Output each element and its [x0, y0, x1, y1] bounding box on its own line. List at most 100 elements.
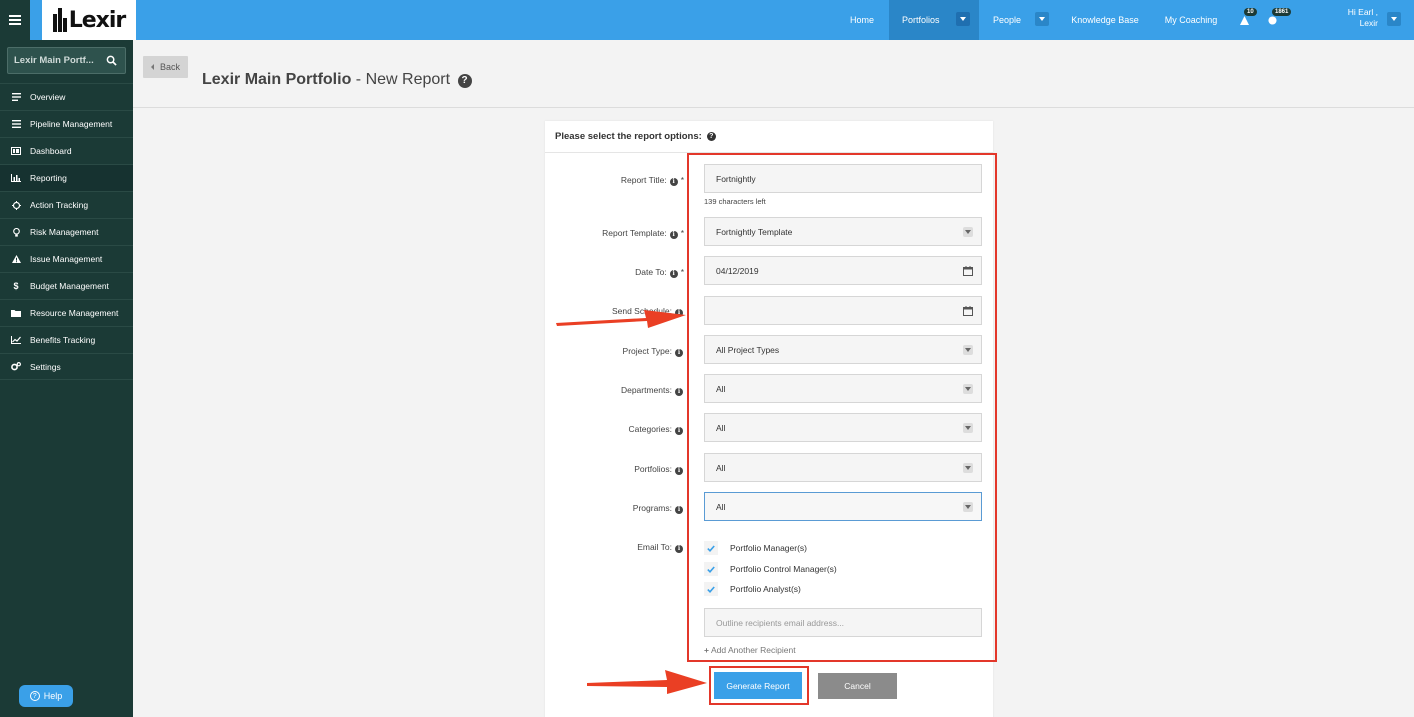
- help-question-icon[interactable]: ?: [457, 73, 472, 88]
- alerts-count-badge: 10: [1244, 8, 1257, 16]
- info-icon[interactable]: i: [669, 269, 678, 278]
- label-text: Categories:: [628, 424, 672, 434]
- email-portfolio-managers-checkbox[interactable]: Portfolio Manager(s): [704, 541, 807, 555]
- report-template-label: Report Template: i *: [602, 228, 684, 239]
- nav-knowledge-base[interactable]: Knowledge Base: [1060, 0, 1150, 40]
- info-icon[interactable]: i: [669, 230, 678, 239]
- sidebar-item-dashboard[interactable]: Dashboard: [0, 137, 133, 164]
- checkmark-icon: [704, 541, 718, 555]
- greeting-name: Hi Earl ,: [1347, 7, 1378, 17]
- date-to-label: Date To: i *: [635, 267, 684, 278]
- send-schedule-input[interactable]: [716, 305, 956, 316]
- selected-value: All: [716, 383, 726, 394]
- selected-value: All: [716, 462, 726, 473]
- points-count-badge: 1861: [1272, 8, 1292, 16]
- info-icon[interactable]: i: [675, 426, 683, 435]
- list-icon: [10, 92, 22, 102]
- sidebar-item-settings[interactable]: Settings: [0, 353, 133, 380]
- categories-label: Categories: i: [629, 424, 683, 435]
- project-type-select[interactable]: All Project Types: [704, 335, 982, 364]
- building-icon: [52, 8, 68, 32]
- info-icon[interactable]: i: [675, 308, 683, 317]
- recipient-email-input[interactable]: [716, 617, 956, 628]
- date-to-input[interactable]: [716, 265, 956, 276]
- sidebar-item-label: Settings: [30, 361, 61, 372]
- add-another-recipient-link[interactable]: + Add Another Recipient: [704, 645, 796, 655]
- categories-select[interactable]: All: [704, 413, 982, 442]
- info-icon[interactable]: i: [675, 387, 683, 396]
- sidebar-item-budget-management[interactable]: $ Budget Management: [0, 272, 133, 299]
- sidebar-item-label: Overview: [30, 92, 66, 102]
- hamburger-menu-icon[interactable]: [0, 0, 30, 40]
- sidebar-item-pipeline-management[interactable]: Pipeline Management: [0, 110, 133, 137]
- sidebar-item-label: Benefits Tracking: [30, 335, 96, 345]
- report-template-select[interactable]: Fortnightly Template: [704, 217, 982, 246]
- departments-select[interactable]: All: [704, 374, 982, 403]
- send-schedule-label: Send Schedule: i: [612, 306, 683, 317]
- portfolio-search-input[interactable]: [14, 55, 104, 66]
- report-options-heading: Please select the report options: ?: [545, 121, 993, 153]
- user-menu-dropdown-icon[interactable]: [1387, 12, 1401, 26]
- info-icon[interactable]: i: [675, 348, 683, 357]
- chevron-down-icon: [963, 463, 973, 473]
- calendar-icon[interactable]: [963, 266, 973, 276]
- sidebar-item-label: Issue Management: [30, 254, 103, 264]
- sidebar-item-benefits-tracking[interactable]: Benefits Tracking: [0, 326, 133, 353]
- dashboard-icon: [10, 146, 22, 156]
- sidebar-item-label: Reporting: [30, 173, 67, 183]
- selected-value: All: [716, 422, 726, 433]
- portfolios-dropdown-icon[interactable]: [956, 12, 970, 26]
- email-portfolio-analysts-checkbox[interactable]: Portfolio Analyst(s): [704, 582, 801, 596]
- sidebar: Overview Pipeline Management Dashboard R…: [0, 40, 133, 717]
- nav-home[interactable]: Home: [838, 0, 886, 40]
- portfolios-label: Portfolios: i: [634, 464, 683, 475]
- help-button[interactable]: ? Help: [19, 685, 73, 707]
- portfolio-search: [7, 47, 126, 74]
- sidebar-item-action-tracking[interactable]: Action Tracking: [0, 191, 133, 218]
- calendar-icon[interactable]: [963, 306, 973, 316]
- sidebar-item-label: Risk Management: [30, 227, 99, 237]
- question-icon[interactable]: ?: [706, 132, 716, 141]
- cancel-button[interactable]: Cancel: [818, 673, 897, 699]
- chevron-down-icon: [963, 384, 973, 394]
- label-text: Project Type:: [622, 346, 672, 356]
- programs-label: Programs: i: [633, 503, 683, 514]
- label-text: Portfolios:: [634, 464, 672, 474]
- portfolios-select[interactable]: All: [704, 453, 982, 482]
- info-icon[interactable]: i: [675, 544, 683, 553]
- info-icon[interactable]: i: [675, 505, 683, 514]
- sidebar-item-label: Resource Management: [30, 308, 119, 318]
- sidebar-item-overview[interactable]: Overview: [0, 83, 133, 110]
- report-title-input[interactable]: [716, 173, 956, 184]
- label-text: Send Schedule:: [611, 306, 672, 316]
- bar-chart-icon: [10, 173, 22, 183]
- generate-report-button[interactable]: Generate Report: [714, 672, 802, 699]
- people-dropdown-icon[interactable]: [1035, 12, 1049, 26]
- label-text: Report Template:: [602, 228, 667, 238]
- question-icon: ?: [29, 691, 40, 701]
- greeting-org: Lexir: [1359, 18, 1378, 28]
- sidebar-item-resource-management[interactable]: Resource Management: [0, 299, 133, 326]
- sidebar-item-label: Dashboard: [30, 146, 72, 156]
- info-icon[interactable]: i: [675, 466, 683, 475]
- email-portfolio-control-managers-checkbox[interactable]: Portfolio Control Manager(s): [704, 562, 837, 576]
- plus-icon: +: [704, 645, 709, 655]
- report-title-field: [704, 164, 982, 193]
- user-greeting[interactable]: Hi Earl , Lexir: [1348, 7, 1378, 29]
- info-icon[interactable]: i: [669, 177, 678, 186]
- search-icon[interactable]: [106, 55, 117, 66]
- sidebar-item-reporting[interactable]: Reporting: [0, 164, 133, 191]
- sidebar-item-issue-management[interactable]: Issue Management: [0, 245, 133, 272]
- nav-people[interactable]: People: [983, 0, 1031, 40]
- sidebar-item-risk-management[interactable]: Risk Management: [0, 218, 133, 245]
- lexir-logo[interactable]: Lexir: [42, 0, 136, 40]
- email-to-label: Email To: i: [637, 542, 683, 553]
- nav-my-coaching[interactable]: My Coaching: [1155, 0, 1227, 40]
- label-text: Departments:: [620, 385, 672, 395]
- back-button[interactable]: Back: [143, 56, 188, 78]
- sidebar-menu: Overview Pipeline Management Dashboard R…: [0, 83, 133, 380]
- chevron-down-icon: [963, 227, 973, 237]
- selected-value: All: [716, 501, 726, 512]
- programs-select[interactable]: All: [704, 492, 982, 521]
- selected-value: All Project Types: [716, 344, 780, 355]
